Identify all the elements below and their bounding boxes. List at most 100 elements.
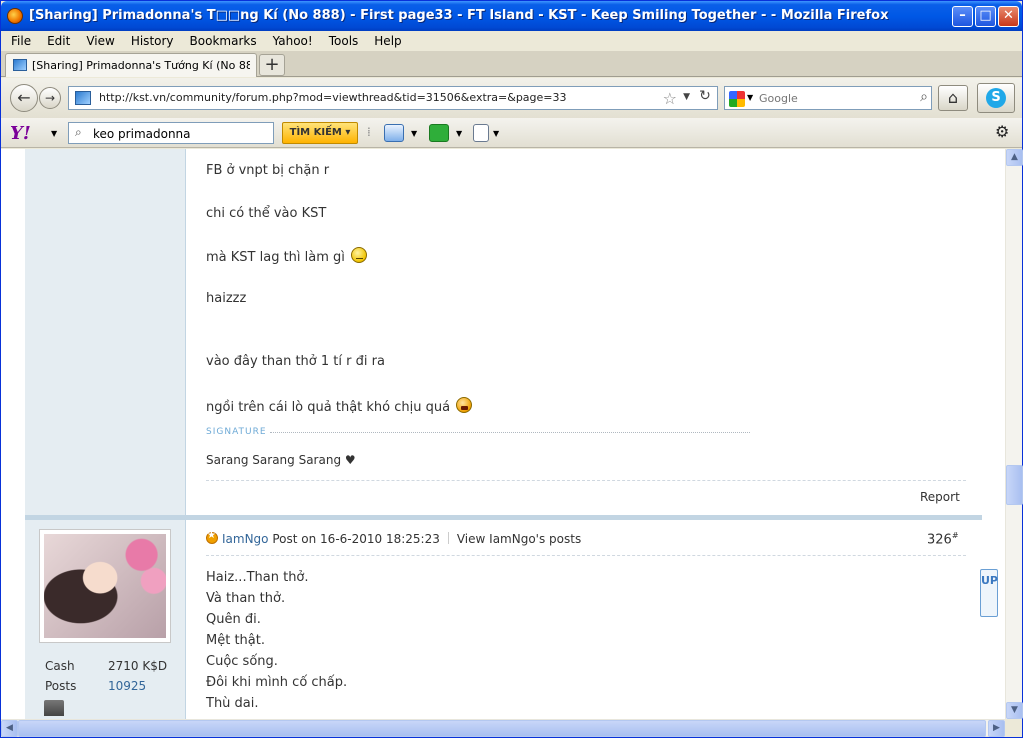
browser-window: [Sharing] Primadonna's T□□ng Kí (No 888)…: [0, 0, 1023, 738]
post-text-line: Quên đi.: [206, 612, 261, 627]
post-text-line-with-smiley: mà KST lag thì làm gì: [206, 247, 368, 265]
bookmark-star-icon[interactable]: ☆: [663, 89, 677, 108]
yahoo-logo[interactable]: Y!: [10, 123, 31, 144]
signature-divider: [270, 432, 750, 433]
search-icon[interactable]: ⌕: [920, 89, 928, 105]
horizontal-scroll-thumb[interactable]: [18, 720, 986, 737]
skype-icon: S: [986, 88, 1006, 108]
online-status-icon: [206, 530, 218, 544]
post-header-divider: [206, 555, 966, 556]
menu-edit[interactable]: Edit: [37, 31, 76, 48]
cash-label: Cash: [45, 659, 75, 673]
site-favicon-icon: [13, 59, 27, 71]
menu-bookmarks[interactable]: Bookmarks: [180, 31, 263, 48]
scroll-up-button[interactable]: UP: [980, 569, 998, 617]
minimize-button[interactable]: –: [952, 6, 973, 27]
reload-icon[interactable]: ↻: [695, 88, 715, 108]
post-text-line: Mệt thật.: [206, 633, 265, 648]
menu-tools[interactable]: Tools: [319, 31, 365, 48]
yahoo-toolbar: Y! ▼ ⌕ TÌM KIẾM ▾ ⁞ ▼ ▼ ▼ ⚙: [1, 118, 1022, 148]
home-button[interactable]: ⌂: [938, 85, 968, 111]
post-number[interactable]: 326#: [927, 531, 959, 547]
page-content: FB ở vnpt bị chặn r chi có thể vào KST m…: [1, 149, 1005, 719]
scroll-left-arrow-icon[interactable]: ◀: [1, 720, 18, 737]
post-author-column: [25, 149, 186, 515]
avatar-image: [44, 534, 166, 638]
post-text: ngồi trên cái lò quả thật khó chịu quá: [206, 400, 451, 415]
search-engine-dropdown-icon[interactable]: ▼: [747, 93, 753, 102]
posts-value[interactable]: 10925: [108, 679, 146, 693]
address-bar[interactable]: http://kst.vn/community/forum.php?mod=vi…: [68, 86, 718, 110]
horizontal-scrollbar[interactable]: ◀ ▶: [1, 719, 1005, 737]
web-search-box[interactable]: ▼ ⌕: [724, 86, 932, 110]
vertical-scrollbar[interactable]: ▲ ▼: [1005, 149, 1023, 719]
menu-file[interactable]: File: [1, 31, 37, 48]
bookmarks-dropdown-icon[interactable]: ▼: [493, 129, 499, 138]
google-icon[interactable]: [729, 91, 745, 107]
post-text-line: vào đây than thở 1 tí r đi ra: [206, 354, 385, 369]
yahoo-search-box[interactable]: ⌕: [68, 122, 274, 144]
navigation-bar: ← → http://kst.vn/community/forum.php?mo…: [1, 78, 1022, 118]
author-link[interactable]: IamNgo: [222, 532, 269, 546]
tab-current[interactable]: [Sharing] Primadonna's Tướng Kí (No 888)…: [5, 53, 257, 77]
post-number-sup: #: [951, 531, 959, 540]
url-text: http://kst.vn/community/forum.php?mod=vi…: [99, 91, 567, 104]
forum-post: FB ở vnpt bị chặn r chi có thể vào KST m…: [186, 149, 982, 515]
skype-button[interactable]: S: [977, 83, 1015, 113]
window-title: [Sharing] Primadonna's T□□ng Kí (No 888)…: [29, 8, 889, 23]
yahoo-search-input[interactable]: [93, 126, 268, 142]
vertical-scroll-thumb[interactable]: [1006, 465, 1023, 505]
menu-yahoo[interactable]: Yahoo!: [263, 31, 319, 48]
yahoo-dropdown-icon[interactable]: ▼: [51, 129, 57, 138]
crying-smiley-icon: [456, 397, 473, 413]
post-footer-divider: [206, 480, 966, 481]
apps-dropdown-icon[interactable]: ▼: [456, 129, 462, 138]
back-button[interactable]: ←: [10, 84, 38, 112]
tab-label: [Sharing] Primadonna's Tướng Kí (No 888)…: [32, 59, 250, 72]
post-text-line: chi có thể vào KST: [206, 206, 327, 221]
maximize-button[interactable]: □: [975, 6, 996, 27]
close-button[interactable]: ✕: [998, 6, 1019, 27]
post-text: mà KST lag thì làm gì: [206, 250, 345, 265]
post-text-line: Và than thở.: [206, 591, 286, 606]
post-number-value: 326: [927, 532, 952, 548]
scroll-right-arrow-icon[interactable]: ▶: [988, 720, 1005, 737]
forward-button[interactable]: →: [39, 87, 61, 109]
gear-icon[interactable]: ⚙: [995, 122, 1009, 141]
signature-text: Sarang Sarang Sarang ♥: [206, 453, 356, 467]
bookmarks-icon[interactable]: [473, 124, 489, 142]
mail-dropdown-icon[interactable]: ▼: [411, 129, 417, 138]
mail-icon[interactable]: [384, 124, 404, 142]
post-text-line: Haiz...Than thở.: [206, 570, 309, 585]
post-text-line-with-smiley: ngồi trên cái lò quả thật khó chịu quá: [206, 397, 473, 415]
view-posts-link[interactable]: View IamNgo's posts: [457, 532, 581, 546]
post-text-line: Đôi khi mình cố chấp.: [206, 675, 348, 690]
scrollbar-corner: [1005, 719, 1022, 736]
title-bar[interactable]: [Sharing] Primadonna's T□□ng Kí (No 888)…: [1, 1, 1022, 31]
new-tab-button[interactable]: +: [259, 54, 285, 76]
cash-value: 2710 K$D: [108, 659, 168, 673]
posts-label: Posts: [45, 679, 77, 693]
firefox-logo-icon: [7, 8, 23, 24]
yahoo-search-button[interactable]: TÌM KIẾM ▾: [282, 122, 358, 144]
menu-history[interactable]: History: [121, 31, 180, 48]
tab-bar: [Sharing] Primadonna's Tướng Kí (No 888)…: [1, 51, 1022, 77]
scroll-up-arrow-icon[interactable]: ▲: [1006, 149, 1023, 166]
url-dropdown-icon[interactable]: ▼: [683, 92, 690, 102]
report-link[interactable]: Report: [920, 490, 960, 504]
menu-bar: File Edit View History Bookmarks Yahoo! Tools H…: [1, 31, 1022, 51]
avatar[interactable]: [39, 529, 171, 643]
post-text-line: FB ở vnpt bị chặn r: [206, 163, 330, 178]
medal-icon: [44, 700, 64, 716]
menu-help[interactable]: Help: [364, 31, 407, 48]
post-text-line: haizzz: [206, 291, 247, 306]
menu-view[interactable]: View: [76, 31, 120, 48]
post-info: IamNgo Post on 16-6-2010 18:25:23 View Ia…: [206, 530, 581, 546]
forum-post: IamNgo Post on 16-6-2010 18:25:23 View Ia…: [186, 520, 982, 719]
scroll-down-arrow-icon[interactable]: ▼: [1006, 702, 1023, 719]
apps-icon[interactable]: [429, 124, 449, 142]
web-search-input[interactable]: [759, 90, 899, 106]
post-text-line: Cuộc sống.: [206, 654, 278, 669]
site-favicon-icon: [75, 91, 91, 105]
toolbar-separator-icon: ⁞: [367, 125, 371, 139]
